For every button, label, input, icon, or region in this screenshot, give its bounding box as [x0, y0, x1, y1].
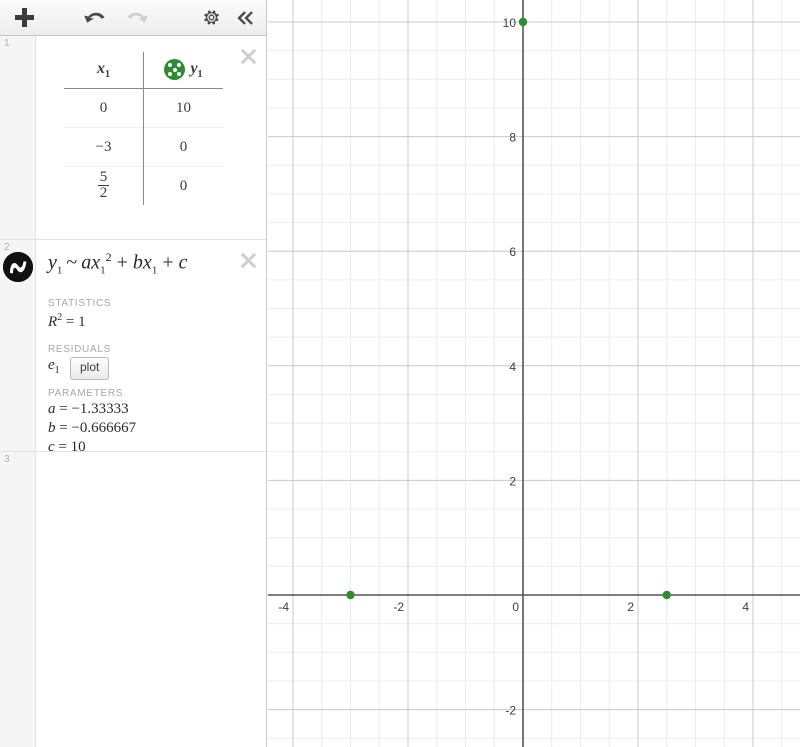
- close-icon[interactable]: [238, 250, 258, 270]
- y-tick-label: 4: [509, 360, 516, 374]
- x-tick-label: -4: [278, 600, 289, 614]
- axis-tick-labels: -4 -2 0 2 4 -2 2 4 6 8 10: [278, 16, 749, 718]
- y-tick-label: 2: [509, 474, 516, 488]
- cell-x[interactable]: 0: [64, 88, 144, 128]
- major-gridlines: [268, 0, 800, 747]
- cell-x[interactable]: −3: [64, 127, 144, 167]
- r-squared-value: R2 = 1: [48, 312, 86, 330]
- residual-variable: e1: [48, 357, 60, 376]
- x-tick-label: -2: [393, 600, 404, 614]
- undo-icon: [84, 12, 105, 23]
- y-tick-label: -2: [505, 704, 516, 718]
- point-style-swatch[interactable]: [164, 59, 186, 81]
- row-content: y1 ~ ax12 + bx1 + c STATISTICS R2 = 1 RE…: [36, 240, 266, 455]
- gear-icon: [203, 10, 219, 25]
- x-tick-label: 4: [742, 600, 749, 614]
- double-chevron-left-icon: [237, 10, 253, 25]
- close-icon[interactable]: [238, 46, 258, 66]
- table-row[interactable]: 0 10: [64, 88, 223, 128]
- table-header-y[interactable]: y1: [143, 52, 223, 89]
- statistics-label: STATISTICS: [48, 298, 112, 309]
- cell-y[interactable]: 0: [143, 127, 223, 167]
- plot-residuals-button[interactable]: plot: [70, 357, 110, 380]
- column-header-x-label: x1: [97, 59, 110, 81]
- expression-panel: 1 x1 y1 0 10 −3 0 5 2 0 2 y1 ~ ax12 + bx…: [0, 0, 267, 747]
- y-tick-label: 8: [509, 131, 516, 145]
- regression-formula[interactable]: y1 ~ ax12 + bx1 + c: [48, 250, 187, 277]
- expression-toolbar: [0, 0, 266, 36]
- data-table[interactable]: x1 y1 0 10 −3 0 5 2 0: [64, 52, 223, 205]
- row-content: x1 y1 0 10 −3 0 5 2 0: [36, 36, 266, 239]
- table-row[interactable]: 5 2 0: [64, 166, 223, 205]
- table-row[interactable]: −3 0: [64, 127, 223, 167]
- residuals-label: RESIDUALS: [48, 344, 111, 355]
- expression-row-empty[interactable]: 3: [0, 452, 266, 747]
- parameter-b: b = −0.666667: [48, 420, 137, 436]
- table-header-x[interactable]: x1: [64, 52, 144, 89]
- column-header-y-label: y1: [190, 60, 203, 81]
- fraction-numerator: 5: [97, 168, 110, 187]
- regression-icon[interactable]: [3, 252, 33, 282]
- parameters-label: PARAMETERS: [48, 388, 124, 399]
- row-number: 1: [4, 38, 10, 49]
- add-expression-button[interactable]: [4, 0, 44, 35]
- redo-button[interactable]: [118, 0, 154, 35]
- cell-x[interactable]: 5 2: [64, 166, 144, 205]
- expression-list: 1 x1 y1 0 10 −3 0 5 2 0 2 y1 ~ ax12 + bx…: [0, 36, 266, 747]
- collapse-panel-button[interactable]: [228, 0, 262, 35]
- cell-y[interactable]: 0: [143, 166, 223, 205]
- row-gutter: 1: [0, 36, 36, 239]
- fraction: 5 2: [97, 168, 110, 203]
- row-gutter: 2: [0, 240, 36, 451]
- row-content[interactable]: [36, 452, 266, 747]
- minor-gridlines: [268, 0, 800, 747]
- expression-row-regression[interactable]: 2 y1 ~ ax12 + bx1 + c STATISTICS R2 = 1 …: [0, 240, 266, 455]
- fraction-denominator: 2: [99, 185, 108, 202]
- axes: [268, 0, 800, 747]
- x-tick-label: 2: [627, 600, 634, 614]
- undo-button[interactable]: [78, 0, 114, 35]
- graph-canvas[interactable]: -4 -2 0 2 4 -2 2 4 6 8 10: [268, 0, 800, 747]
- desmos-calculator-app: 1 x1 y1 0 10 −3 0 5 2 0 2 y1 ~ ax12 + bx…: [0, 0, 800, 747]
- y-tick-label: 6: [509, 245, 516, 259]
- expression-row-table[interactable]: 1 x1 y1 0 10 −3 0 5 2 0: [0, 36, 266, 240]
- row-number: 3: [4, 454, 10, 465]
- x-tick-label: 0: [512, 600, 519, 614]
- graph-svg: -4 -2 0 2 4 -2 2 4 6 8 10: [268, 0, 800, 747]
- plus-icon: [14, 8, 34, 27]
- settings-button[interactable]: [194, 0, 228, 35]
- y-tick-label: 10: [503, 16, 517, 30]
- parameter-a: a = −1.33333: [48, 401, 129, 417]
- redo-icon: [127, 12, 148, 23]
- row-gutter: 3: [0, 452, 36, 747]
- cell-y[interactable]: 10: [143, 88, 223, 128]
